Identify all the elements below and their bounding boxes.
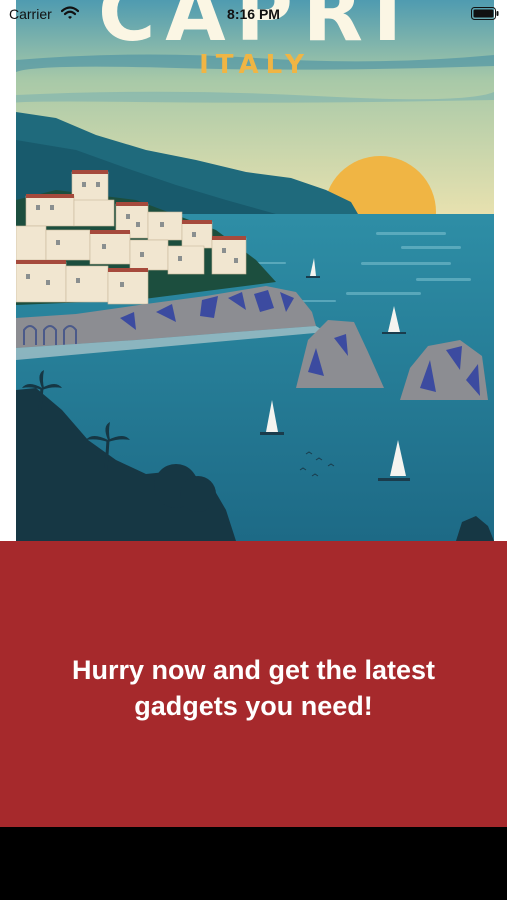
promo-banner: Hurry now and get the latest gadgets you…: [0, 541, 507, 827]
battery-full-icon: [471, 7, 499, 23]
promo-text: Hurry now and get the latest gadgets you…: [71, 655, 436, 721]
status-bar: Carrier 8:16 PM: [0, 0, 507, 28]
bottom-black-bar: [0, 827, 507, 900]
poster-illustration: [16, 0, 494, 541]
poster-subtitle: ITALY: [199, 50, 311, 80]
status-time: 8:16 PM: [227, 6, 280, 22]
capri-poster-image: CAPRI ITALY: [16, 0, 494, 541]
